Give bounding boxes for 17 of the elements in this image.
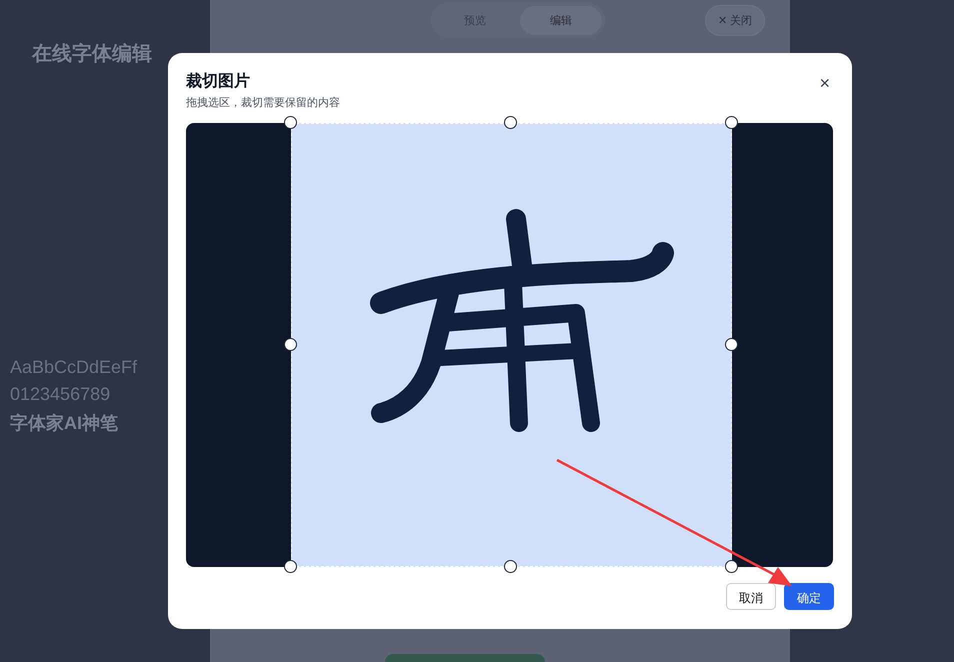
- app-title: 在线字体编辑: [32, 40, 153, 67]
- cancel-button[interactable]: 取消: [726, 583, 776, 610]
- crop-handle[interactable]: [724, 116, 738, 129]
- crop-handle[interactable]: [504, 560, 517, 573]
- font-sample: 字体家AI神笔: [10, 412, 119, 435]
- crop-handle[interactable]: [504, 116, 517, 129]
- dialog-title: 裁切图片: [186, 71, 251, 92]
- dialog-subtitle: 拖拽选区，裁切需要保留的内容: [186, 95, 340, 110]
- crop-handle[interactable]: [284, 338, 296, 351]
- tab[interactable]: 编辑: [520, 6, 602, 35]
- font-sample: AaBbCcDdEeFf: [10, 357, 138, 378]
- crop-handle[interactable]: [284, 116, 296, 129]
- close-button[interactable]: ×: [815, 73, 834, 93]
- crop-handle[interactable]: [724, 560, 738, 573]
- font-sample: 0123456789: [10, 384, 112, 405]
- confirm-button[interactable]: 确定: [784, 583, 834, 610]
- crop-handle[interactable]: [284, 560, 296, 573]
